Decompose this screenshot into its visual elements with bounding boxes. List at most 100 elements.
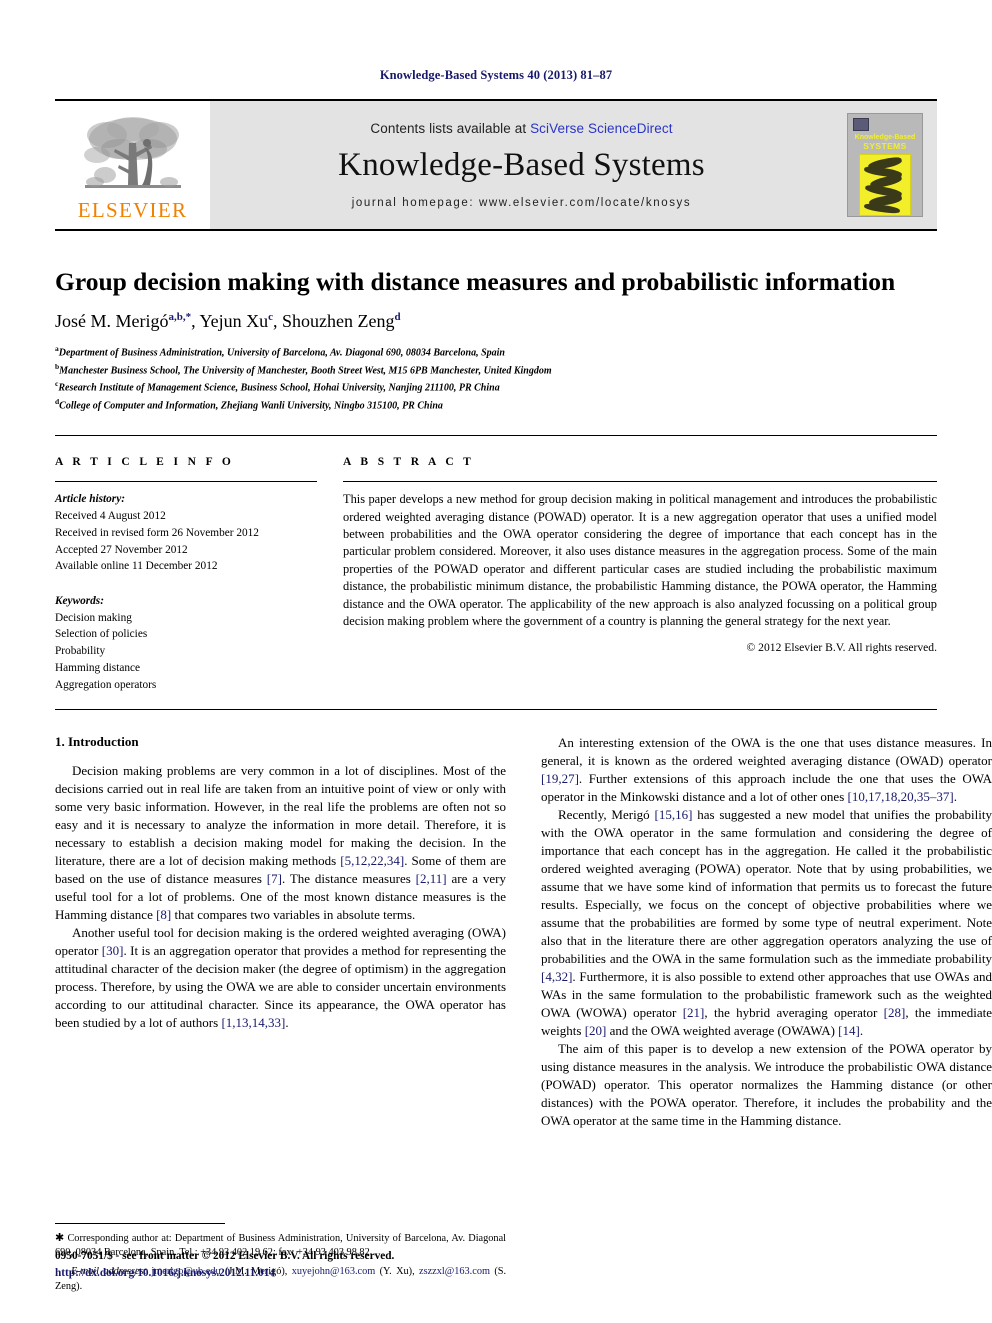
article-info-column: A R T I C L E I N F O Article history: R…: [55, 456, 317, 693]
paragraph: Recently, Merigó [15,16] has suggested a…: [541, 806, 992, 1040]
history-item: Available online 11 December 2012: [55, 560, 218, 573]
affiliation-text: Research Institute of Management Science…: [58, 382, 500, 394]
affiliation-item: bManchester Business School, The Univers…: [55, 361, 937, 379]
journal-cover-thumbnail: Knowledge-Based SYSTEMS: [847, 113, 923, 217]
paragraph-text: .: [285, 1015, 289, 1031]
publisher-logo: ELSEVIER: [55, 101, 210, 229]
doi-link[interactable]: http://dx.doi.org/10.1016/j.knosys.2012.…: [55, 1265, 506, 1281]
article-info-rule: [55, 481, 317, 483]
affiliation-item: cResearch Institute of Management Scienc…: [55, 378, 937, 396]
citation-reference[interactable]: [4,32]: [541, 969, 572, 984]
paragraph-text: , the hybrid averaging operator: [704, 1005, 884, 1021]
keywords-group: Keywords: Decision making Selection of p…: [55, 593, 317, 693]
paragraph-text: The aim of this paper is to develop a ne…: [541, 1041, 992, 1129]
body-columns: 1. Introduction Decision making problems…: [55, 734, 992, 1294]
citation-reference[interactable]: [15,16]: [655, 807, 693, 822]
paragraph-text: Recently, Merigó: [558, 807, 655, 823]
keyword-item: Aggregation operators: [55, 678, 157, 691]
citation-reference[interactable]: [28]: [884, 1005, 906, 1020]
cover-title-line2: SYSTEMS: [863, 141, 907, 151]
paragraph-text: .: [953, 789, 957, 805]
paragraph-text: that compares two variables in absolute …: [171, 907, 416, 923]
affiliation-item: dCollege of Computer and Information, Zh…: [55, 396, 937, 414]
keyword-item: Decision making: [55, 611, 132, 624]
keyword-item: Hamming distance: [55, 661, 141, 674]
info-abstract-band: A R T I C L E I N F O Article history: R…: [55, 435, 937, 711]
masthead-right: Knowledge-Based SYSTEMS: [833, 101, 937, 229]
section-heading-introduction: 1. Introduction: [55, 734, 139, 750]
article-history-group: Article history: Received 4 August 2012 …: [55, 491, 317, 575]
author-name: José M. Merigó: [55, 311, 169, 332]
contents-available-line: Contents lists available at SciVerse Sci…: [370, 121, 672, 136]
abstract-text: This paper develops a new method for gro…: [343, 492, 937, 628]
cover-artwork: [859, 153, 911, 216]
citation-reference[interactable]: [2,11]: [416, 871, 447, 886]
paper-title: Group decision making with distance meas…: [55, 267, 896, 296]
asterisk-icon: ✱: [55, 1231, 65, 1244]
author-separator: ,: [273, 311, 283, 332]
author-entry: José M. Merigóa,b,*: [55, 311, 191, 331]
history-item: Received in revised form 26 November 201…: [55, 526, 259, 539]
elsevier-tree-icon: [83, 117, 181, 188]
citation-reference[interactable]: [21]: [683, 1005, 705, 1020]
abstract-rule: [343, 481, 937, 483]
paragraph-text: has suggested a new model that unifies t…: [541, 807, 992, 967]
author-entry: Shouzhen Zengd: [282, 311, 401, 331]
keyword-item: Selection of policies: [55, 628, 148, 641]
paragraph-text: and the OWA weighted average (OWAWA): [606, 1023, 839, 1039]
author-list: José M. Merigóa,b,*, Yejun Xuc, Shouzhen…: [55, 311, 937, 332]
paragraph: Decision making problems are very common…: [55, 762, 506, 924]
email-end: .: [79, 1280, 83, 1292]
masthead-center: Contents lists available at SciVerse Sci…: [210, 101, 833, 229]
publisher-name: ELSEVIER: [77, 198, 188, 222]
citation-reference[interactable]: [7]: [267, 871, 282, 886]
affiliation-item: aDepartment of Business Administration, …: [55, 343, 937, 361]
body-column-left: 1. Introduction Decision making problems…: [55, 734, 506, 1294]
affiliation-text: College of Computer and Information, Zhe…: [59, 400, 443, 412]
affiliation-text: Manchester Business School, The Universi…: [59, 365, 552, 377]
article-history-label: Article history:: [55, 493, 125, 506]
paragraph-text: .: [859, 1023, 864, 1039]
author-name: Yejun Xu: [199, 311, 269, 332]
author-affiliation-marks: a,b,*: [168, 311, 192, 324]
history-item: Received 4 August 2012: [55, 510, 166, 523]
paper-page: Knowledge-Based Systems 40 (2013) 81–87: [0, 0, 992, 1323]
abstract-heading: A B S T R A C T: [343, 456, 475, 469]
history-item: Accepted 27 November 2012: [55, 543, 188, 556]
author-affiliation-marks: d: [394, 311, 401, 324]
article-info-heading: A R T I C L E I N F O: [55, 456, 235, 469]
author-name: Shouzhen Zeng: [282, 311, 395, 332]
abstract-copyright: © 2012 Elsevier B.V. All rights reserved…: [746, 641, 937, 655]
journal-masthead: ELSEVIER Contents lists available at Sci…: [55, 99, 937, 231]
paragraph: The aim of this paper is to develop a ne…: [541, 1040, 992, 1130]
affiliation-text: Department of Business Administration, U…: [58, 347, 505, 359]
citation-reference[interactable]: [10,17,18,20,35–37]: [848, 789, 954, 804]
affiliation-list: aDepartment of Business Administration, …: [55, 343, 937, 413]
citation-reference[interactable]: [1,13,14,33]: [221, 1015, 285, 1030]
running-head: Knowledge-Based Systems 40 (2013) 81–87: [379, 68, 613, 82]
cover-title-line1: Knowledge-Based: [854, 134, 916, 141]
citation-reference[interactable]: [14]: [838, 1023, 860, 1038]
citation-reference[interactable]: [8]: [156, 907, 171, 922]
author-entry: Yejun Xuc: [199, 311, 273, 331]
paragraph-text: . The distance measures: [281, 871, 416, 887]
issn-line: 0950-7051/$ - see front matter © 2012 El…: [55, 1250, 395, 1263]
sciencedirect-link[interactable]: SciVerse ScienceDirect: [530, 121, 673, 136]
footnote-rule: [55, 1222, 225, 1224]
citation-reference[interactable]: [30]: [102, 943, 124, 958]
paragraph: Another useful tool for decision making …: [55, 924, 506, 1032]
abstract-column: A B S T R A C T This paper develops a ne…: [343, 456, 937, 693]
journal-homepage-link[interactable]: journal homepage: www.elsevier.com/locat…: [352, 197, 692, 209]
citation-reference[interactable]: [5,12,22,34]: [340, 853, 404, 868]
citation-reference[interactable]: [20]: [585, 1023, 607, 1038]
citation-reference[interactable]: [19,27]: [541, 771, 579, 786]
paragraph-text: An interesting extension of the OWA is t…: [541, 735, 992, 769]
footer-block: 0950-7051/$ - see front matter © 2012 El…: [55, 1248, 506, 1281]
body-column-right: An interesting extension of the OWA is t…: [541, 734, 992, 1294]
cover-publisher-badge-icon: [853, 118, 869, 131]
paragraph: An interesting extension of the OWA is t…: [541, 734, 992, 806]
journal-title: Knowledge-Based Systems: [338, 147, 705, 183]
contents-prefix: Contents lists available at: [370, 121, 531, 136]
keyword-item: Probability: [55, 645, 106, 658]
